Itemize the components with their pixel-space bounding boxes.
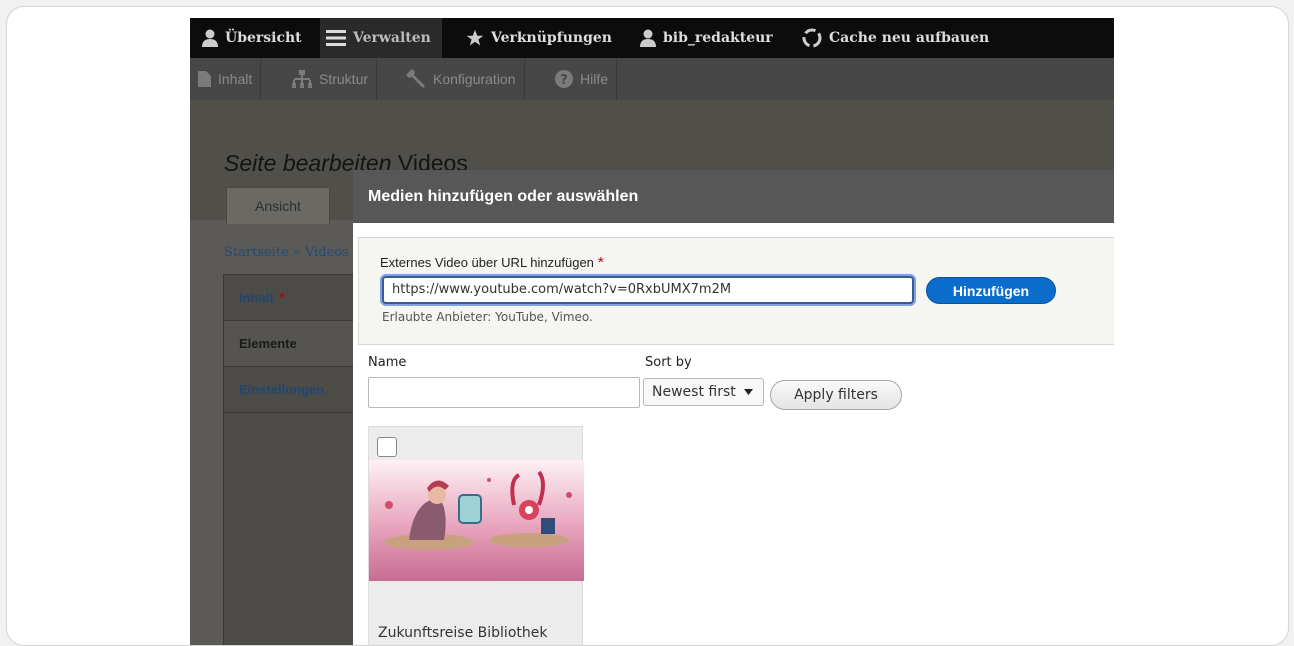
required-marker: * [279,290,285,305]
url-field-description: Erlaubte Anbieter: YouTube, Vimeo. [382,310,593,324]
person-icon [202,29,218,47]
admin-menu-label: Hilfe [580,71,609,87]
toolbar-item-overview[interactable]: Übersicht [196,18,308,58]
toolbar-item-manage[interactable]: Verwalten [320,18,442,58]
recycle-icon [802,28,822,48]
svg-text:?: ? [560,73,568,88]
admin-menu-item-structure[interactable]: Struktur [284,58,378,100]
toolbar-item-user[interactable]: bib_redakteur [634,18,779,58]
sort-by-value: Newest first [652,384,736,400]
toolbar-item-shortcuts[interactable]: Verknüpfungen [460,18,618,58]
admin-menu-item-configuration[interactable]: Konfiguration [398,58,525,100]
tab-view[interactable]: Ansicht [226,187,330,224]
video-url-input[interactable]: https://www.youtube.com/watch?v=0RxbUMX7… [382,276,914,304]
admin-menu-label: Konfiguration [433,71,516,87]
name-filter-input[interactable] [368,377,640,408]
add-button[interactable]: Hinzufügen [926,277,1056,304]
url-field-label: Externes Video über URL hinzufügen * [380,254,604,271]
person-icon [640,29,656,47]
name-filter-label: Name [368,355,407,370]
browser-frame: Übersicht Verwalten Verknüpfungen bib_re… [6,6,1289,646]
sort-by-label: Sort by [645,355,692,370]
vertical-tab-label: Einstellungen [239,382,325,397]
help-icon: ? [555,70,573,88]
admin-menu: Inhalt Struktur Konfiguration ? Hilfe [190,58,1114,101]
apply-filters-button[interactable]: Apply filters [770,380,902,410]
admin-toolbar: Übersicht Verwalten Verknüpfungen bib_re… [190,18,1114,58]
toolbar-item-label: Verwalten [353,30,431,46]
toolbar-item-label: bib_redakteur [663,30,773,46]
toolbar-item-label: Verknüpfungen [491,30,612,46]
toolbar-item-label: Cache neu aufbauen [829,30,990,46]
wrench-icon [406,69,426,89]
document-icon [198,71,211,87]
toolbar-item-label: Übersicht [225,30,302,46]
video-thumbnail-image [369,460,584,581]
vertical-tabs: Inhalt * Elemente Einstellungen [223,274,355,645]
admin-menu-item-content[interactable]: Inhalt [190,58,262,100]
toolbar-item-clear-cache[interactable]: Cache neu aufbauen [796,18,995,58]
media-item-card[interactable]: Zukunftsreise Bibliothek [368,426,584,645]
caret-down-icon [743,389,753,395]
vertical-tab-label: Elemente [239,336,297,351]
menu-icon [326,30,346,46]
media-library-modal: Externes Video über URL hinzufügen * http… [353,223,1114,645]
star-icon [466,29,484,47]
media-item-checkbox[interactable] [377,437,397,457]
admin-menu-item-help[interactable]: ? Hilfe [547,58,618,100]
drupal-app: Übersicht Verwalten Verknüpfungen bib_re… [190,18,1114,645]
vertical-tab-elements[interactable]: Elemente [224,321,354,367]
modal-title: Medien hinzufügen oder auswählen [353,170,1114,223]
url-field-label-text: Externes Video über URL hinzufügen [380,255,594,270]
media-item-title[interactable]: Zukunftsreise Bibliothek [378,625,547,641]
sitemap-icon [292,70,312,88]
vertical-tab-settings[interactable]: Einstellungen [224,367,354,413]
admin-menu-label: Struktur [319,71,369,87]
required-marker: * [597,254,604,271]
admin-menu-label: Inhalt [218,71,253,87]
breadcrumb[interactable]: Startseite » Videos [224,245,349,260]
vertical-tab-label: Inhalt [239,290,274,305]
vertical-tab-content[interactable]: Inhalt * [224,275,354,321]
sort-by-select[interactable]: Newest first [643,378,764,406]
